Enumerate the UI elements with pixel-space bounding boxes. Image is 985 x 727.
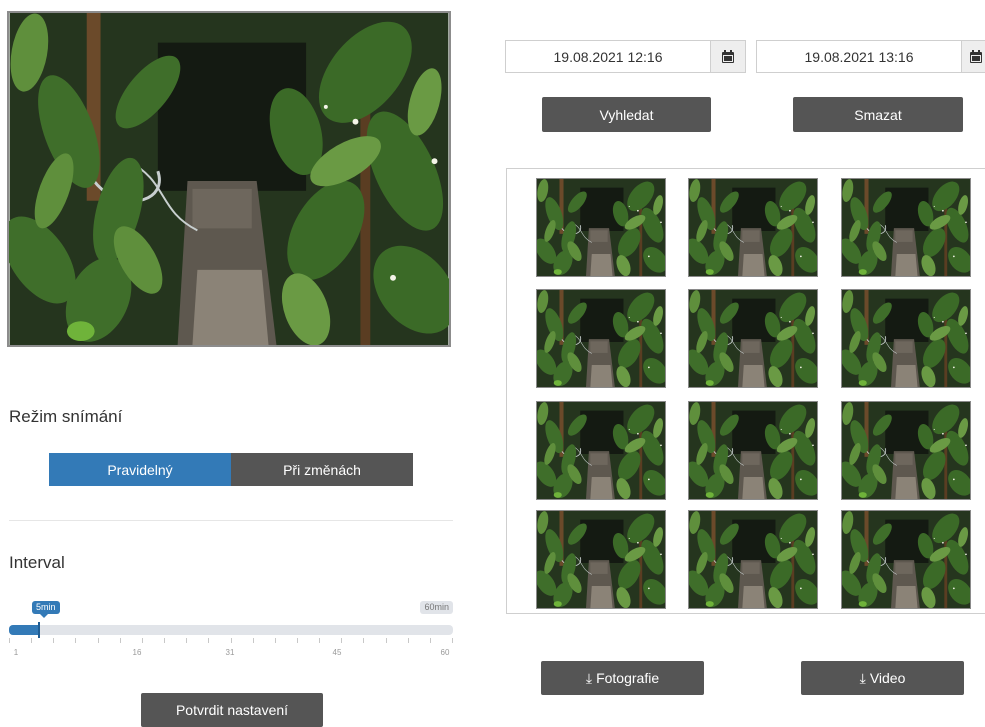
gallery-thumbnail[interactable]	[688, 178, 818, 277]
capture-mode-title: Režim snímání	[9, 407, 123, 426]
interval-title: Interval	[9, 553, 65, 572]
download-photos-label: Fotografie	[596, 670, 660, 686]
date-to-calendar-button[interactable]	[961, 40, 985, 73]
thumbnail-image	[842, 402, 970, 499]
gallery-thumbnail[interactable]	[688, 510, 818, 609]
gallery-thumbnail[interactable]	[841, 401, 971, 500]
photo-gallery	[506, 168, 985, 614]
slider-tick	[452, 638, 453, 643]
download-photos-button[interactable]: ⤓ Fotografie	[541, 661, 704, 695]
date-from-input[interactable]: 19.08.2021 12:16	[505, 40, 711, 73]
gallery-thumbnail[interactable]	[688, 401, 818, 500]
download-video-button[interactable]: ⤓ Video	[801, 661, 964, 695]
slider-tick	[31, 638, 32, 643]
slider-tick	[430, 638, 431, 643]
slider-tick	[142, 638, 143, 643]
slider-tick	[9, 638, 10, 643]
gallery-thumbnail[interactable]	[536, 510, 666, 609]
slider-tick	[275, 638, 276, 643]
slider-handle[interactable]	[38, 622, 40, 638]
slider-track[interactable]	[9, 625, 453, 635]
thumbnail-image	[689, 290, 817, 387]
slider-tick	[386, 638, 387, 643]
download-video-label: Video	[869, 670, 906, 686]
slider-tick	[231, 638, 232, 643]
interval-current-badge: 5min	[32, 601, 60, 618]
gallery-thumbnail[interactable]	[841, 510, 971, 609]
tick-label: 60	[440, 648, 450, 657]
download-icon: ⤓	[585, 669, 593, 686]
search-button[interactable]: Vyhledat	[542, 97, 711, 132]
mode-on-change-button[interactable]: Při změnách	[231, 453, 413, 486]
camera-image	[9, 13, 449, 345]
date-from-calendar-button[interactable]	[710, 40, 746, 73]
slider-tick	[75, 638, 76, 643]
interval-slider[interactable]: 5min 60min 1 16 31 45 60	[9, 600, 453, 660]
slider-tick	[186, 638, 187, 643]
calendar-icon	[722, 50, 734, 63]
gallery-thumbnail[interactable]	[536, 178, 666, 277]
date-to-input[interactable]: 19.08.2021 13:16	[756, 40, 962, 73]
thumbnail-image	[537, 179, 665, 276]
capture-mode-toggle: Pravidelný Při změnách	[49, 453, 413, 486]
slider-fill	[9, 625, 39, 635]
calendar-icon	[970, 50, 982, 63]
thumbnail-image	[537, 402, 665, 499]
slider-tick	[341, 638, 342, 643]
slider-tick	[319, 638, 320, 643]
tick-label: 16	[132, 648, 142, 657]
slider-ticks	[9, 638, 453, 646]
gallery-thumbnail[interactable]	[841, 178, 971, 277]
thumbnail-image	[537, 290, 665, 387]
slider-tick	[98, 638, 99, 643]
thumbnail-image	[842, 511, 970, 608]
thumbnail-image	[689, 511, 817, 608]
slider-tick	[164, 638, 165, 643]
slider-tick	[208, 638, 209, 643]
thumbnail-image	[689, 179, 817, 276]
thumbnail-image	[537, 511, 665, 608]
thumbnail-image	[689, 402, 817, 499]
camera-preview	[7, 11, 451, 347]
clear-button[interactable]: Smazat	[793, 97, 963, 132]
gallery-thumbnail[interactable]	[841, 289, 971, 388]
gallery-thumbnail[interactable]	[536, 289, 666, 388]
mode-regular-button[interactable]: Pravidelný	[49, 453, 231, 486]
tick-label: 45	[332, 648, 342, 657]
slider-tick	[297, 638, 298, 643]
tick-label: 31	[225, 648, 235, 657]
interval-max-badge: 60min	[420, 601, 453, 614]
slider-tick	[120, 638, 121, 643]
gallery-thumbnail[interactable]	[688, 289, 818, 388]
slider-tick	[363, 638, 364, 643]
gallery-thumbnail[interactable]	[536, 401, 666, 500]
divider	[9, 520, 453, 521]
download-icon: ⤓	[859, 669, 866, 686]
slider-tick	[253, 638, 254, 643]
slider-tick	[408, 638, 409, 643]
tick-label: 1	[13, 648, 19, 657]
slider-tick	[53, 638, 54, 643]
thumbnail-image	[842, 179, 970, 276]
thumbnail-image	[842, 290, 970, 387]
